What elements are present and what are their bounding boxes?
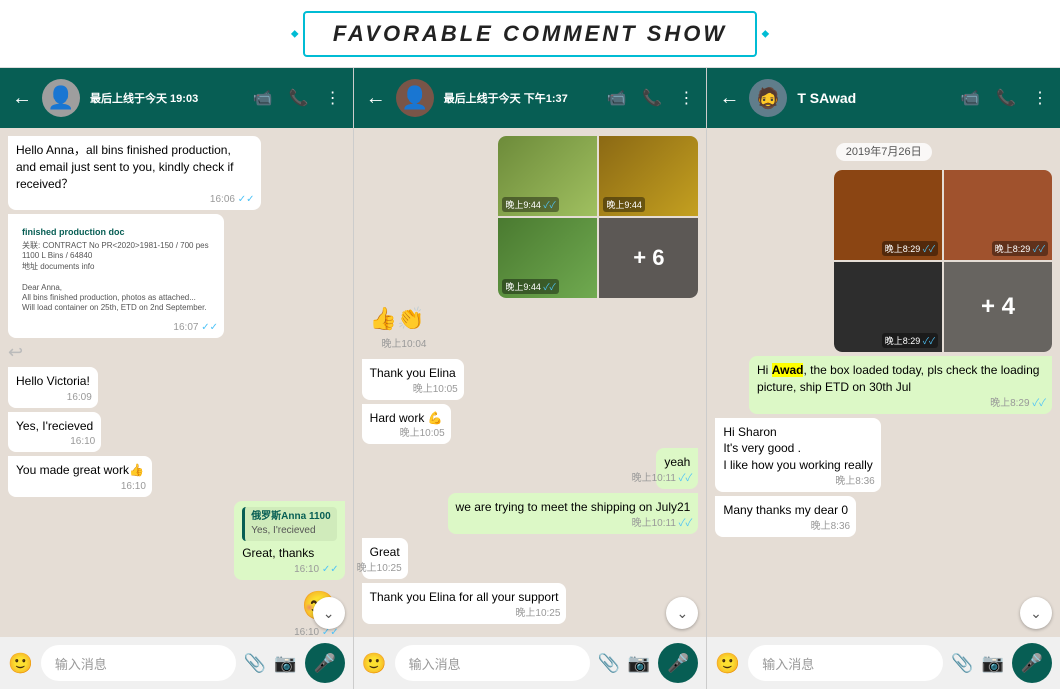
attach-icon-3[interactable]: 📎 [951, 653, 973, 674]
chat-panel-1: ← 👤 最后上线于今天 19:03 📹 📞 ⋮ Hello Anna，all b… [0, 68, 354, 689]
msg-thank-support: Thank you Elina for all your support 晚上1… [362, 583, 567, 624]
video-icon-3[interactable]: 📹 [960, 88, 980, 108]
emoji-button-3[interactable]: 🙂 [715, 651, 740, 676]
camera-icon-3[interactable]: 📷 [982, 653, 1004, 674]
chats-container: ← 👤 最后上线于今天 19:03 📹 📞 ⋮ Hello Anna，all b… [0, 68, 1060, 689]
chat-header-2: ← 👤 最后上线于今天 下午1:37 📹 📞 ⋮ [354, 68, 707, 128]
phone-icon-3[interactable]: 📞 [996, 88, 1016, 108]
scroll-down-1[interactable]: ⌄ [313, 597, 345, 629]
chat-header-3: ← 🧔 T SAwad 📹 📞 ⋮ [707, 68, 1060, 128]
quoted-msg: 俄罗斯Anna 1100 Yes, I'recieved [242, 507, 336, 541]
msg-hello-victoria: Hello Victoria! 16:09 [8, 367, 98, 408]
photo-cell-1: 晚上8:29 ✓✓ [834, 170, 942, 260]
avatar-2: 👤 [396, 79, 434, 117]
chat-body-3: 2019年7月26日 晚上8:29 ✓✓ 晚上8:29 ✓✓ 晚上8:29 ✓✓… [707, 128, 1060, 637]
forward-icon[interactable]: ↩ [8, 342, 23, 363]
chat-panel-3: ← 🧔 T SAwad 📹 📞 ⋮ 2019年7月26日 晚上8:29 [707, 68, 1060, 689]
camera-icon-2[interactable]: 📷 [628, 653, 650, 674]
header-info-1: 最后上线于今天 19:03 [90, 90, 243, 106]
msg-hi-awad: Hi Awad, the box loaded today, pls check… [749, 356, 1052, 414]
message-input-2[interactable]: 输入消息 [395, 645, 590, 681]
msg-great-work: You made great work👍 16:10 [8, 456, 152, 497]
header-info-2: 最后上线于今天 下午1:37 [444, 90, 597, 106]
chat-body-1: Hello Anna，all bins finished production,… [0, 128, 353, 637]
mic-button-3[interactable]: 🎤 [1012, 643, 1052, 683]
photo-grid-sent: 晚上8:29 ✓✓ 晚上8:29 ✓✓ 晚上8:29 ✓✓ + 4 [834, 170, 1052, 352]
header-name-3: T SAwad [797, 90, 950, 106]
msg-great-2: Great 晚上10:25 [362, 538, 408, 579]
photo-cell-plus: + 4 [944, 262, 1052, 352]
back-button-1[interactable]: ← [12, 87, 32, 110]
banner: FAVORABLE COMMENT SHOW [0, 0, 1060, 68]
img-cell-1: 晚上9:44 ✓✓ [498, 136, 597, 216]
msg-many-thanks: Many thanks my dear 0 晚上8:36 [715, 496, 856, 537]
message-input-3[interactable]: 输入消息 [748, 645, 943, 681]
img-cell-2: 晚上9:44 [599, 136, 698, 216]
chat-header-1: ← 👤 最后上线于今天 19:03 📹 📞 ⋮ [0, 68, 353, 128]
img-grid-sent: 晚上9:44 ✓✓ 晚上9:44 晚上9:44 ✓✓ + 6 [498, 136, 698, 298]
doc-bubble-1: finished production doc 关联: CONTRACT No … [8, 214, 224, 337]
phone-icon-1[interactable]: 📞 [289, 88, 309, 108]
msg-yes-recieved-1: Yes, I'recieved 16:10 [8, 412, 101, 453]
back-button-2[interactable]: ← [366, 87, 386, 110]
video-icon-2[interactable]: 📹 [607, 88, 627, 108]
chat-input-bar-1: 🙂 输入消息 📎 📷 🎤 [0, 637, 353, 689]
banner-title: FAVORABLE COMMENT SHOW [333, 21, 727, 46]
photo-cell-2: 晚上8:29 ✓✓ [944, 170, 1052, 260]
attach-icon-1[interactable]: 📎 [244, 653, 266, 674]
chat-body-2: 晚上9:44 ✓✓ 晚上9:44 晚上9:44 ✓✓ + 6 👍👏 晚上10:0… [354, 128, 707, 637]
chat-input-bar-2: 🙂 输入消息 📎 📷 🎤 [354, 637, 707, 689]
back-button-3[interactable]: ← [719, 87, 739, 110]
header-icons-1: 📹 📞 ⋮ [253, 88, 341, 108]
banner-box: FAVORABLE COMMENT SHOW [303, 11, 757, 57]
header-info-3: T SAwad [797, 90, 950, 106]
msg-hard-work: Hard work 💪 晚上10:05 [362, 404, 451, 445]
avatar-3: 🧔 [749, 79, 787, 117]
highlight-awad: Awad [772, 363, 804, 377]
chat-panel-2: ← 👤 最后上线于今天 下午1:37 📹 📞 ⋮ 晚上9:44 ✓✓ [354, 68, 708, 689]
video-icon-1[interactable]: 📹 [253, 88, 273, 108]
attach-icon-2[interactable]: 📎 [598, 653, 620, 674]
photo-cell-3: 晚上8:29 ✓✓ [834, 262, 942, 352]
msg-received-1: Hello Anna，all bins finished production,… [8, 136, 261, 210]
message-input-1[interactable]: 输入消息 [41, 645, 236, 681]
forward-area: ↩ [8, 342, 345, 363]
header-icons-3: 📹 📞 ⋮ [960, 88, 1048, 108]
emoji-button-1[interactable]: 🙂 [8, 651, 33, 676]
msg-hi-sharon: Hi Sharon It's very good . I like how yo… [715, 418, 880, 492]
mic-button-1[interactable]: 🎤 [305, 643, 345, 683]
header-icons-2: 📹 📞 ⋮ [607, 88, 695, 108]
mic-button-2[interactable]: 🎤 [658, 643, 698, 683]
header-name-2: 最后上线于今天 下午1:37 [444, 90, 597, 106]
date-divider-3: 2019年7月26日 [715, 142, 1052, 160]
img-cell-3: 晚上9:44 ✓✓ [498, 218, 597, 298]
header-name-1: 最后上线于今天 19:03 [90, 90, 243, 106]
msg-shipping: we are trying to meet the shipping on Ju… [448, 493, 699, 534]
menu-icon-2[interactable]: ⋮ [678, 88, 694, 108]
img-cell-plus: + 6 [599, 218, 698, 298]
menu-icon-3[interactable]: ⋮ [1032, 88, 1048, 108]
msg-emoji-thumbs: 👍👏 晚上10:04 [362, 302, 433, 355]
menu-icon-1[interactable]: ⋮ [325, 88, 341, 108]
chat-input-bar-3: 🙂 输入消息 📎 📷 🎤 [707, 637, 1060, 689]
msg-great-thanks: 俄罗斯Anna 1100 Yes, I'recieved Great, than… [234, 501, 344, 580]
scroll-down-3[interactable]: ⌄ [1020, 597, 1052, 629]
avatar-1: 👤 [42, 79, 80, 117]
msg-yeah: yeah 晚上10:11 ✓✓ [656, 448, 698, 489]
msg-thank-elina-1: Thank you Elina 晚上10:05 [362, 359, 464, 400]
phone-icon-2[interactable]: 📞 [642, 88, 662, 108]
camera-icon-1[interactable]: 📷 [274, 653, 296, 674]
emoji-button-2[interactable]: 🙂 [362, 651, 387, 676]
